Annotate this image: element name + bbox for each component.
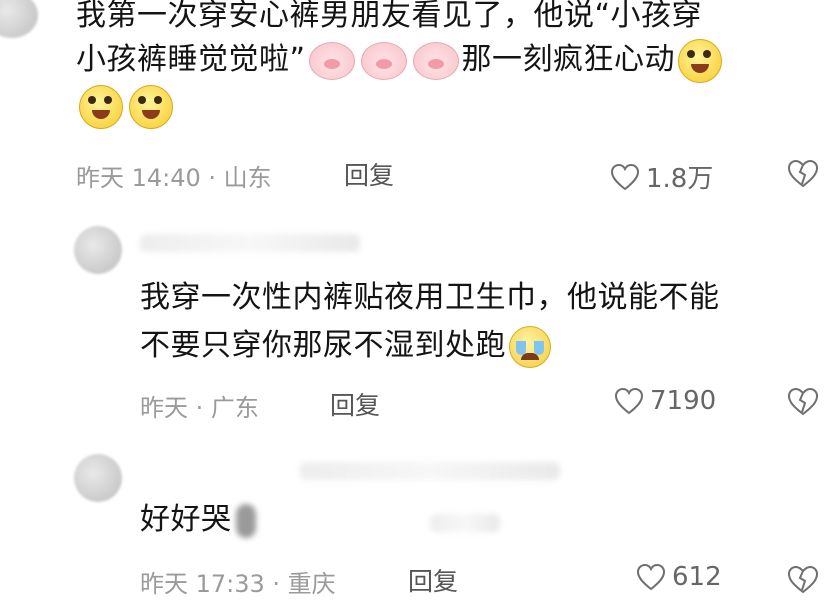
pig-face-emoji bbox=[412, 41, 459, 80]
reply-button[interactable]: 回复 bbox=[344, 156, 394, 192]
comment-text-line: 我第一次穿安心裤男朋友看见了，他说“小孩穿 bbox=[76, 0, 703, 33]
comment-2: 我穿一次性内裤贴夜用卫生巾，他说能不能 不要只穿你那尿不湿到处跑 昨天 · 广东… bbox=[0, 210, 829, 430]
comment-emoji-row bbox=[76, 85, 816, 129]
avatar[interactable] bbox=[0, 0, 38, 38]
broken-heart-icon[interactable] bbox=[786, 158, 820, 188]
broken-heart-icon[interactable] bbox=[786, 564, 820, 594]
avatar[interactable] bbox=[74, 454, 122, 502]
comment-3: 好好哭 昨天 17:33 · 重庆 回复 612 bbox=[0, 440, 829, 613]
comment-text-line: 小孩裤睡觉觉啦” 那一刻疯狂心动 bbox=[76, 38, 816, 83]
username-blurred bbox=[300, 462, 560, 480]
heart-outline-icon bbox=[614, 387, 644, 415]
reply-button[interactable]: 回复 bbox=[408, 562, 458, 598]
pig-face-emoji bbox=[360, 41, 407, 80]
comment-text-span: 小孩裤睡觉觉啦” bbox=[76, 42, 306, 77]
comment-text-span: 好好哭 bbox=[140, 502, 232, 537]
happy-face-emoji bbox=[678, 38, 723, 83]
pig-face-emoji bbox=[308, 41, 355, 80]
blurred-emoji bbox=[235, 503, 256, 538]
heart-outline-icon bbox=[636, 563, 666, 591]
comment-text: 我第一次穿安心裤男朋友看见了，他说“小孩穿 小孩裤睡觉觉啦” 那一刻疯狂心动 bbox=[76, 0, 816, 129]
happy-face-emoji bbox=[129, 85, 173, 129]
like-button[interactable]: 612 bbox=[636, 562, 722, 592]
heart-outline-icon bbox=[610, 163, 640, 190]
like-button[interactable]: 1.8万 bbox=[610, 158, 713, 195]
like-count: 7190 bbox=[650, 386, 717, 416]
comment-text-span: 不要只穿你那尿不湿到处跑 bbox=[140, 328, 506, 363]
like-count: 612 bbox=[672, 562, 722, 592]
happy-face-emoji bbox=[79, 85, 123, 129]
comment-text: 我穿一次性内裤贴夜用卫生巾，他说能不能 不要只穿你那尿不湿到处跑 bbox=[140, 276, 820, 368]
avatar[interactable] bbox=[74, 226, 122, 274]
comment-text-line: 我穿一次性内裤贴夜用卫生巾，他说能不能 bbox=[140, 280, 720, 315]
crying-laugh-emoji bbox=[509, 325, 551, 368]
comment-text: 好好哭 bbox=[140, 498, 256, 542]
comment-meta: 昨天 · 广东 bbox=[140, 394, 259, 422]
comment-text-line: 不要只穿你那尿不湿到处跑 bbox=[140, 324, 820, 368]
like-button[interactable]: 7190 bbox=[614, 386, 716, 416]
username-blurred bbox=[430, 514, 500, 532]
like-count: 1.8万 bbox=[646, 164, 714, 194]
broken-heart-icon[interactable] bbox=[786, 386, 820, 416]
comment-meta: 昨天 14:40 · 山东 bbox=[76, 164, 272, 192]
username-blurred bbox=[140, 234, 360, 252]
reply-button[interactable]: 回复 bbox=[330, 386, 380, 422]
comment-1: 我第一次穿安心裤男朋友看见了，他说“小孩穿 小孩裤睡觉觉啦” 那一刻疯狂心动 昨天… bbox=[0, 0, 829, 200]
comment-meta: 昨天 17:33 · 重庆 bbox=[140, 570, 336, 598]
comment-text-span: 那一刻疯狂心动 bbox=[461, 42, 676, 77]
